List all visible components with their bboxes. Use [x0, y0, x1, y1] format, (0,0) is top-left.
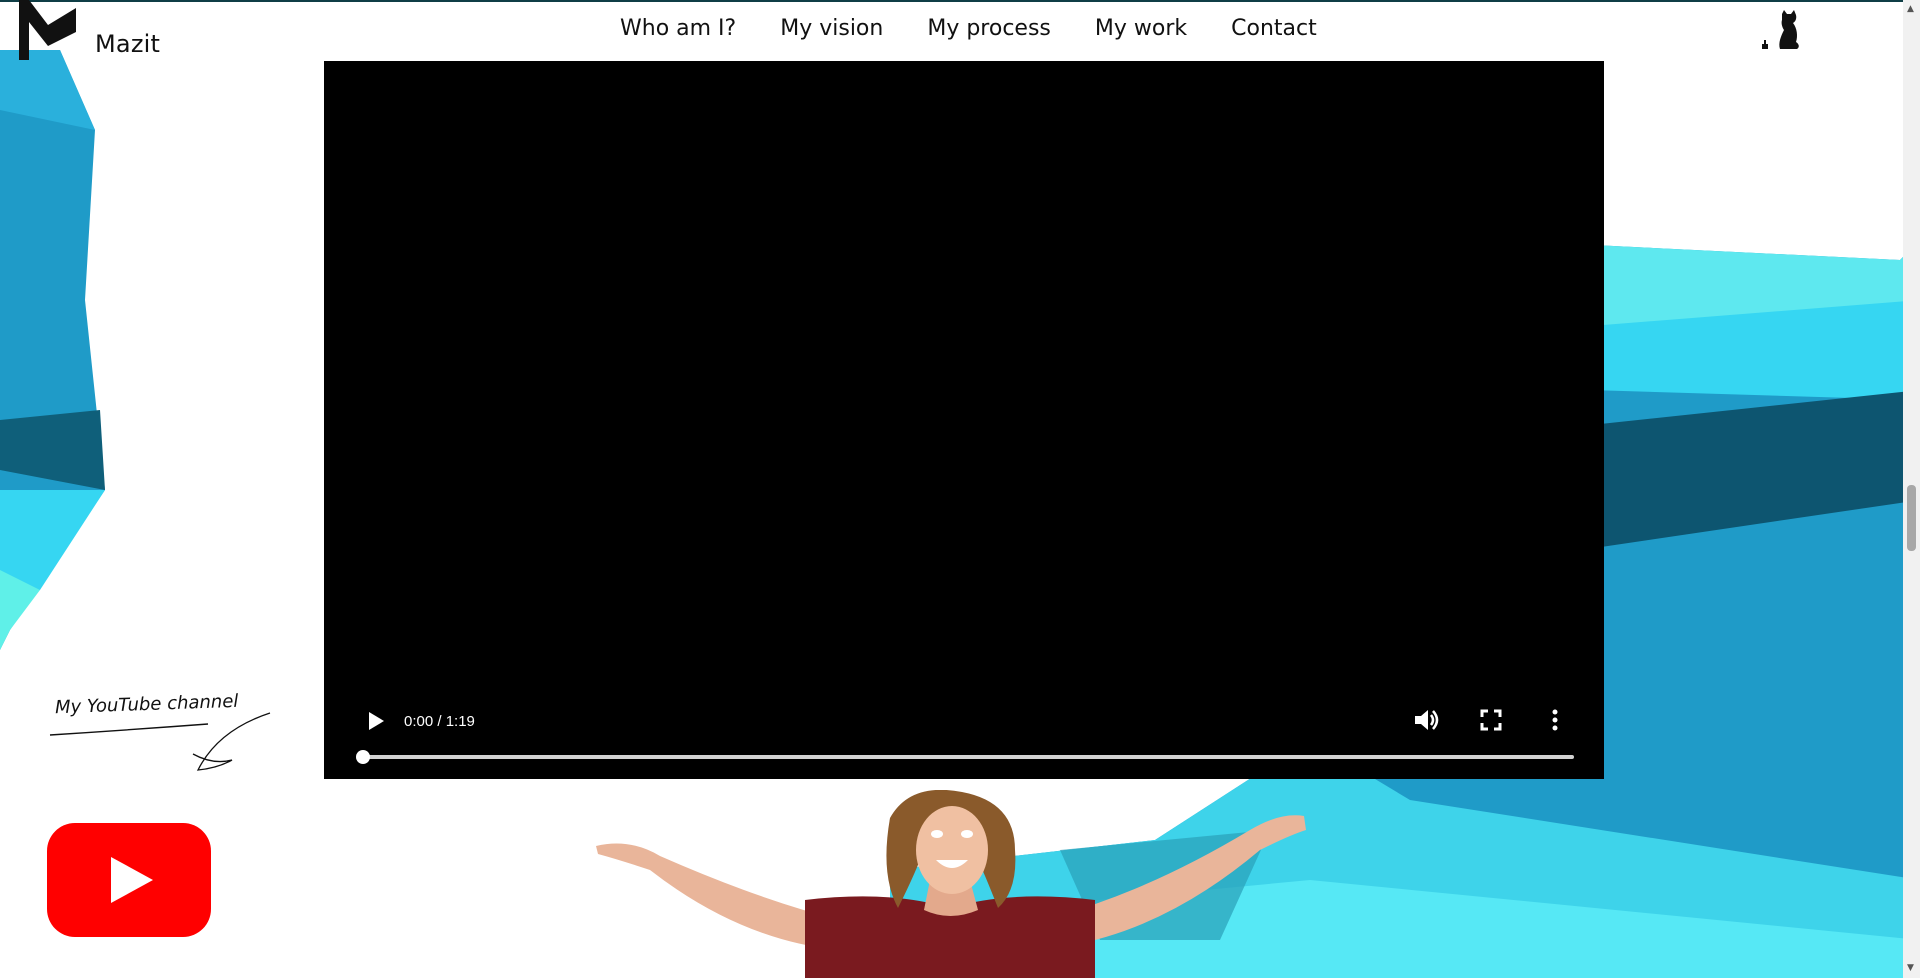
video-player[interactable]: 0:00 / 1:19	[324, 61, 1604, 779]
scroll-up-icon[interactable]: ▲	[1907, 4, 1914, 14]
nav-my-vision[interactable]: My vision	[780, 16, 883, 41]
video-progress-knob[interactable]	[356, 750, 370, 764]
top-border	[0, 0, 1920, 2]
youtube-logo-icon[interactable]	[45, 821, 213, 939]
nav-contact[interactable]: Contact	[1231, 16, 1317, 41]
volume-icon[interactable]	[1411, 705, 1441, 735]
more-icon[interactable]	[1540, 705, 1570, 735]
scroll-thumb[interactable]	[1907, 485, 1916, 551]
fullscreen-icon[interactable]	[1476, 705, 1506, 735]
brand-name[interactable]: Mazit	[95, 30, 160, 58]
person-arms-raised-image	[596, 790, 1306, 978]
logo-icon[interactable]	[14, 0, 76, 60]
play-icon[interactable]	[360, 706, 390, 736]
arrow-doodle-icon	[49, 712, 271, 771]
scroll-down-icon[interactable]: ▼	[1907, 963, 1914, 973]
video-progress-bar[interactable]	[356, 750, 1574, 764]
video-time: 0:00 / 1:19	[404, 713, 475, 730]
left-geometric-decoration	[0, 50, 105, 650]
nav-my-work[interactable]: My work	[1095, 16, 1187, 41]
main-nav: Who am I? My vision My process My work C…	[620, 16, 1317, 41]
cat-icon[interactable]	[1756, 8, 1802, 54]
nav-who-am-i[interactable]: Who am I?	[620, 16, 736, 41]
nav-my-process[interactable]: My process	[927, 16, 1051, 41]
